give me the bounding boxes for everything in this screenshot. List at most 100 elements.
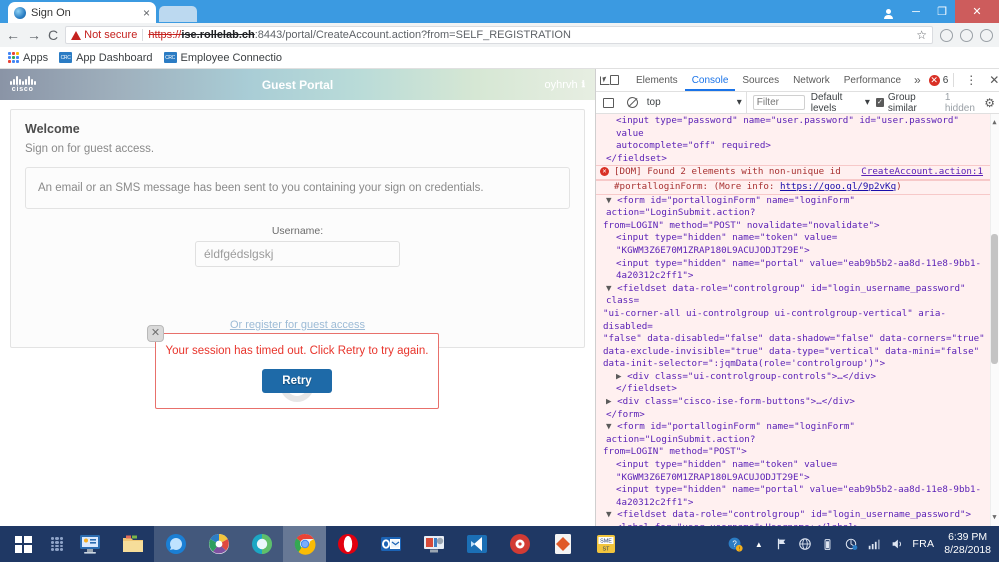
taskbar-messenger[interactable]	[154, 526, 197, 562]
devtools-close-icon[interactable]: ✕	[983, 73, 999, 87]
taskbar-music-app[interactable]	[498, 526, 541, 562]
sync-icon[interactable]	[843, 537, 858, 552]
start-button[interactable]	[0, 526, 46, 562]
portal-user[interactable]: oyhrvh ℹ	[545, 79, 585, 91]
console-scroll-thumb[interactable]	[991, 234, 998, 364]
console-more-info-link[interactable]: https://goo.gl/9p2vKq	[780, 181, 896, 192]
bookmark-employee-connection[interactable]: CRC Employee Connectio	[163, 52, 282, 64]
tab-elements[interactable]: Elements	[629, 69, 685, 91]
not-secure-badge[interactable]: Not secure	[71, 29, 137, 41]
expand-triangle-icon[interactable]: ▼	[606, 283, 617, 294]
maximize-button[interactable]: ❐	[929, 0, 955, 23]
profile-avatar-icon[interactable]	[873, 0, 903, 23]
address-bar[interactable]: Not secure https://ise.rollelab.ch:8443/…	[65, 26, 933, 44]
info-icon[interactable]: ℹ	[582, 79, 585, 90]
expand-triangle-icon[interactable]: ▼	[606, 509, 617, 520]
reload-button[interactable]: C	[48, 28, 58, 42]
show-hidden-icons-icon[interactable]: ▲	[751, 537, 766, 552]
forward-button[interactable]: →	[27, 28, 41, 42]
console-code-line: "KGWM3Z6E70M1ZRAP180L9ACUJODJT29E">	[596, 245, 999, 258]
tab-close-icon[interactable]: ×	[143, 7, 150, 19]
system-tray: ?! ▲ FRA 6:39 PM 8/28/2018	[728, 531, 999, 557]
register-link[interactable]: Or register for guest access	[230, 319, 365, 331]
svg-text:ST: ST	[602, 547, 610, 553]
taskbar-opera[interactable]	[326, 526, 369, 562]
inspect-element-icon[interactable]	[600, 70, 610, 90]
taskbar-chrome[interactable]	[283, 526, 326, 562]
console-log-area[interactable]: <input type="password" name="user.passwo…	[596, 114, 999, 526]
extension-icon-2[interactable]	[960, 28, 973, 42]
browser-toolbar: ← → C Not secure https://ise.rollelab.ch…	[0, 23, 999, 47]
taskbar-control-panel[interactable]	[68, 526, 111, 562]
taskbar-smest-app[interactable]: SME ST	[584, 526, 627, 562]
extension-icon-1[interactable]	[940, 28, 953, 42]
collapse-triangle-icon[interactable]: ▶	[616, 371, 627, 382]
gear-icon[interactable]: ⚙	[984, 96, 995, 110]
network-icon[interactable]	[797, 537, 812, 552]
console-filter-input[interactable]	[752, 95, 805, 110]
flag-icon[interactable]	[774, 537, 789, 552]
expand-triangle-icon[interactable]: ▼	[606, 421, 617, 432]
bookmark-apps[interactable]: Apps	[8, 52, 48, 64]
console-code-text: </form>	[606, 408, 645, 420]
devtools-panel: Elements Console Sources Network Perform…	[595, 69, 999, 526]
new-tab-button[interactable]	[159, 6, 197, 22]
taskbar-outlook[interactable]	[369, 526, 412, 562]
scroll-down-icon[interactable]: ▼	[991, 511, 998, 524]
tab-performance[interactable]: Performance	[837, 69, 908, 91]
taskbar-color-app[interactable]	[197, 526, 240, 562]
scroll-up-icon[interactable]: ▲	[991, 116, 998, 129]
taskbar-vscode[interactable]	[455, 526, 498, 562]
retry-button[interactable]: Retry	[262, 369, 332, 393]
console-code-text: <form id="portalloginForm" name="loginFo…	[606, 194, 861, 219]
bookmark-app-dashboard[interactable]: CRC App Dashboard	[59, 52, 153, 64]
clock[interactable]: 6:39 PM 8/28/2018	[942, 531, 993, 557]
username-input[interactable]	[195, 241, 400, 267]
browser-tab[interactable]: Sign On ×	[8, 2, 156, 23]
modal-close-icon[interactable]: ✕	[147, 325, 164, 342]
warning-triangle-icon	[71, 30, 82, 40]
language-indicator[interactable]: FRA	[912, 538, 934, 550]
chrome-menu-icon[interactable]	[980, 28, 993, 42]
clear-console-icon[interactable]	[623, 93, 640, 113]
signon-form: Username: Or register for guest access	[25, 225, 570, 331]
tab-network[interactable]: Network	[786, 69, 837, 91]
devtools-menu-icon[interactable]: ⋮	[959, 73, 983, 87]
task-view-button[interactable]	[46, 526, 68, 562]
console-sidebar-icon[interactable]	[600, 93, 617, 113]
window-controls: ─ ❐ ✕	[873, 0, 999, 23]
help-icon[interactable]: ?!	[728, 537, 743, 552]
expand-triangle-icon[interactable]: ▼	[606, 195, 617, 206]
console-error-entry[interactable]: #portalloginForm: (More info: https://go…	[596, 179, 999, 195]
tab-title: Sign On	[31, 6, 71, 19]
apps-grid-icon	[8, 52, 19, 63]
console-source-link[interactable]: CreateAccount.action:1	[861, 166, 983, 179]
more-tabs-icon[interactable]: »	[908, 73, 927, 87]
collapse-triangle-icon[interactable]: ▶	[606, 396, 617, 407]
taskbar-teal-app[interactable]	[240, 526, 283, 562]
minimize-button[interactable]: ─	[903, 0, 929, 23]
log-levels-select[interactable]: Default levels ▾	[811, 92, 870, 114]
back-button[interactable]: ←	[6, 28, 20, 42]
bookmark-label: Apps	[23, 51, 49, 64]
console-code-line: <input type="hidden" name="token" value=	[596, 232, 999, 245]
group-similar-checkbox[interactable]: ✓ Group similar	[875, 92, 939, 114]
tab-sources[interactable]: Sources	[735, 69, 786, 91]
battery-icon[interactable]	[820, 537, 835, 552]
console-code-line: ▶ <div class="cisco-ise-form-buttons">…<…	[596, 396, 999, 409]
execution-context-select[interactable]: top ▾	[647, 92, 747, 113]
console-error-entry[interactable]: ✕ [DOM] Found 2 elements with non-unique …	[596, 165, 999, 180]
devtools-right-controls: ⋮ ✕	[948, 73, 999, 87]
bookmark-star-icon[interactable]: ☆	[916, 29, 927, 41]
volume-icon[interactable]	[889, 537, 904, 552]
console-scrollbar[interactable]: ▲ ▼	[990, 114, 999, 526]
close-window-button[interactable]: ✕	[955, 0, 999, 23]
taskbar-pdf-app[interactable]	[541, 526, 584, 562]
error-count-badge[interactable]: ✕ 6	[928, 74, 948, 86]
tab-console[interactable]: Console	[684, 69, 736, 91]
device-toolbar-icon[interactable]	[610, 70, 619, 90]
browser-window: Sign On × ─ ❐ ✕ ← → C Not secure https:/…	[0, 0, 999, 562]
taskbar-file-explorer[interactable]	[111, 526, 154, 562]
taskbar-presentation-app[interactable]	[412, 526, 455, 562]
signal-icon[interactable]	[866, 537, 881, 552]
